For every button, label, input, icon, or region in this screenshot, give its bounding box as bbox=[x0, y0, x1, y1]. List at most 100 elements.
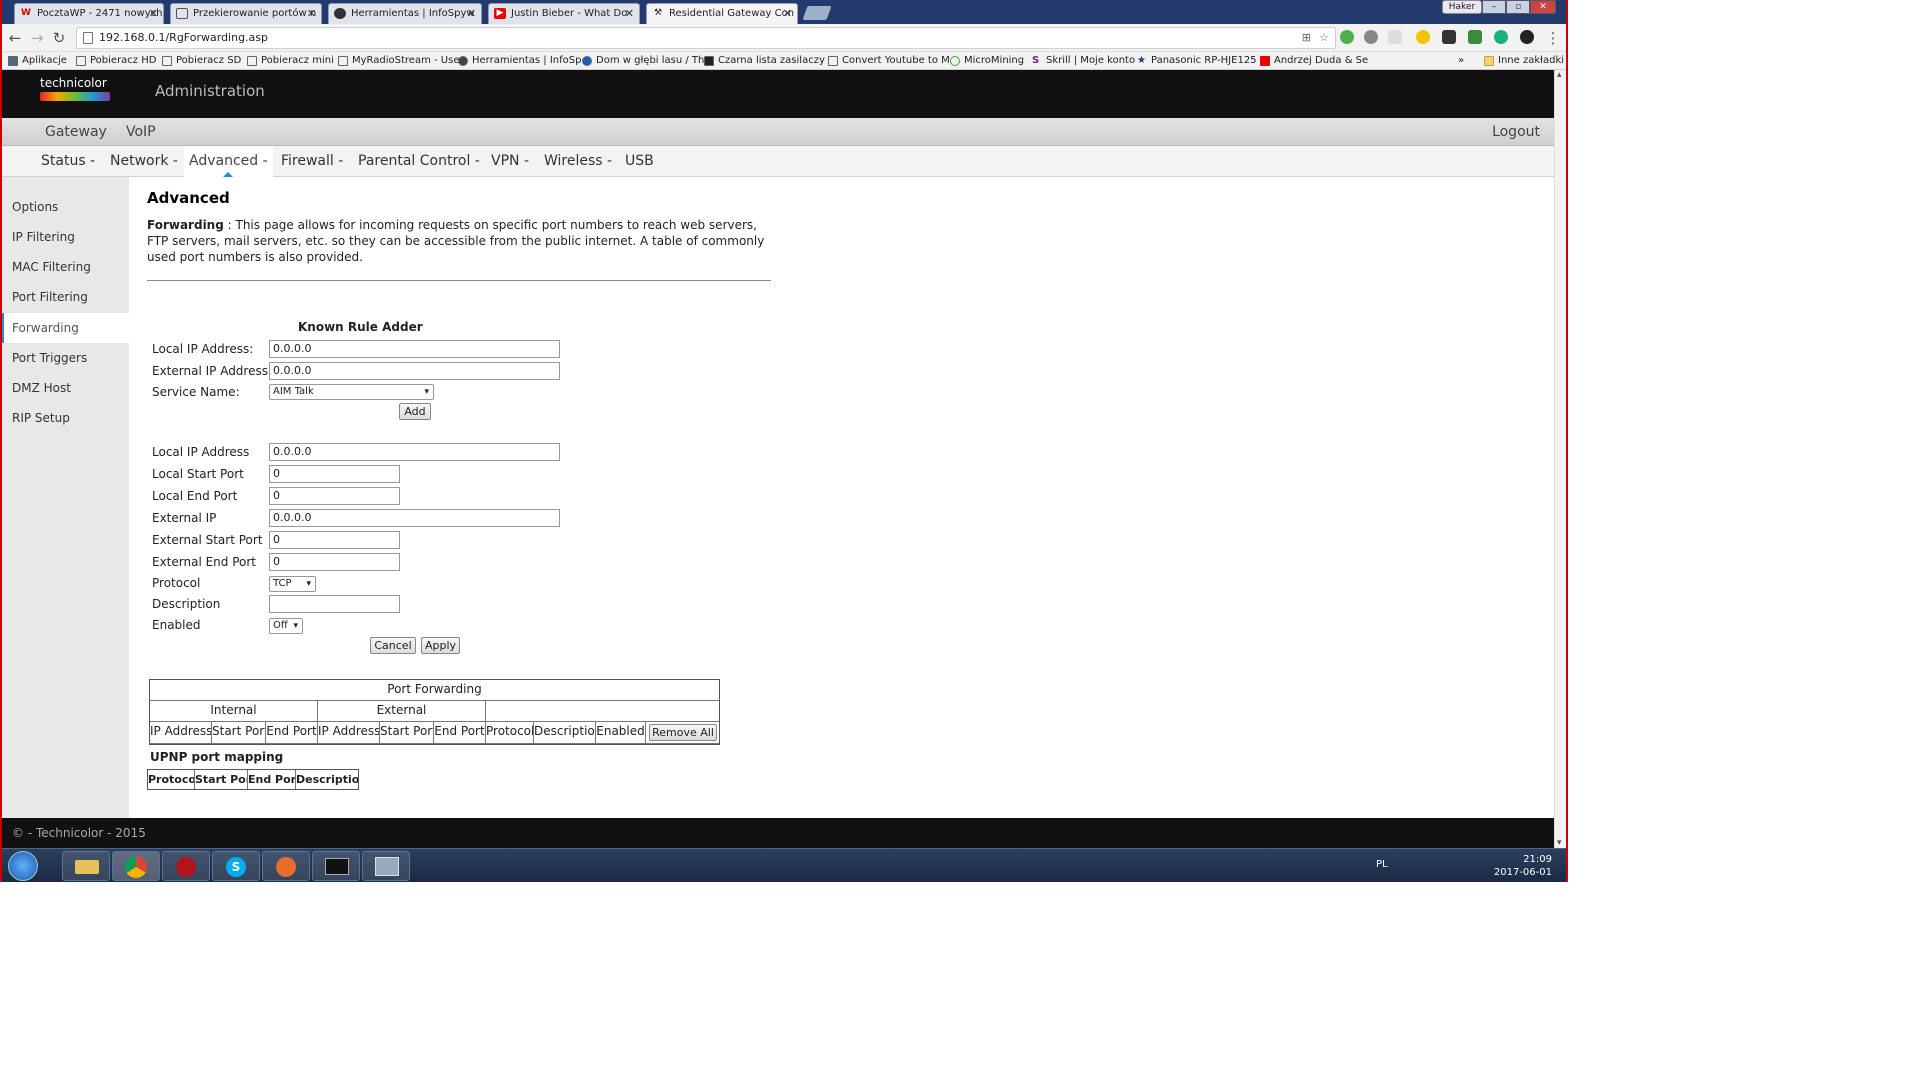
bookmark-item[interactable]: Pobieracz SD bbox=[162, 54, 241, 68]
back-icon[interactable]: ← bbox=[6, 29, 24, 47]
nav-voip[interactable]: VoIP bbox=[126, 124, 156, 140]
bookmark-item[interactable]: Dom w głębi lasu / Th bbox=[582, 54, 704, 68]
tab-status[interactable]: Status - bbox=[36, 146, 100, 177]
external-start-port-input[interactable]: 0 bbox=[269, 531, 400, 549]
page-info-icon[interactable] bbox=[83, 32, 93, 44]
sidebar-item-dmz-host[interactable]: DMZ Host bbox=[2, 373, 129, 403]
sidebar-item-rip-setup[interactable]: RIP Setup bbox=[2, 403, 129, 433]
apply-button[interactable]: Apply bbox=[421, 637, 460, 654]
close-icon[interactable]: ✕ bbox=[783, 4, 792, 23]
antivirus-icon[interactable] bbox=[162, 851, 210, 881]
tab-network[interactable]: Network - bbox=[105, 146, 183, 177]
extension-icon[interactable] bbox=[1442, 30, 1456, 44]
extension-icon[interactable] bbox=[1340, 30, 1354, 44]
tab-advanced[interactable]: Advanced - bbox=[184, 146, 273, 177]
known-local-ip-input[interactable]: 0.0.0.0 bbox=[269, 340, 560, 358]
extension-icon[interactable] bbox=[1416, 30, 1430, 44]
translate-icon[interactable]: ⊞ bbox=[1302, 28, 1311, 48]
sub-nav: Status - Network - Advanced - Firewall -… bbox=[2, 146, 1554, 177]
bookmark-item[interactable]: Convert Youtube to M bbox=[828, 54, 950, 68]
tab-vpn[interactable]: VPN - bbox=[486, 146, 534, 177]
close-icon[interactable]: ✕ bbox=[625, 4, 634, 23]
description-input[interactable] bbox=[269, 595, 400, 613]
local-ip-input[interactable]: 0.0.0.0 bbox=[269, 443, 560, 461]
sidebar-item-options[interactable]: Options bbox=[2, 192, 129, 222]
media-player-icon[interactable] bbox=[262, 851, 310, 881]
service-name-select[interactable]: AIM Talk bbox=[269, 384, 434, 400]
protocol-select[interactable]: TCP bbox=[269, 576, 316, 592]
remove-all-button[interactable]: Remove All bbox=[649, 724, 717, 741]
hacker-icon bbox=[334, 8, 346, 19]
minimize-icon[interactable]: – bbox=[1482, 0, 1506, 14]
cancel-button[interactable]: Cancel bbox=[370, 637, 416, 654]
known-external-ip-input[interactable]: 0.0.0.0 bbox=[269, 362, 560, 380]
url-bar[interactable]: 192.168.0.1/RgForwarding.asp ⊞ ☆ bbox=[76, 27, 1336, 49]
tab-gateway[interactable]: ⚒ Residential Gateway Con ✕ bbox=[646, 3, 798, 24]
terminal-icon[interactable] bbox=[312, 851, 360, 881]
external-ip-input[interactable]: 0.0.0.0 bbox=[269, 509, 560, 527]
explorer-icon[interactable] bbox=[62, 851, 110, 881]
forward-icon[interactable]: → bbox=[28, 29, 46, 47]
tab-usb[interactable]: USB bbox=[620, 146, 659, 177]
local-end-port-label: Local End Port bbox=[152, 489, 238, 503]
tab-wireless[interactable]: Wireless - bbox=[539, 146, 617, 177]
play-icon bbox=[582, 56, 592, 66]
skype-icon[interactable]: S bbox=[212, 851, 260, 881]
other-bookmarks[interactable]: Inne zakładki bbox=[1484, 54, 1564, 68]
extension-icon[interactable] bbox=[1468, 30, 1482, 44]
tab-herramientas[interactable]: Herramientas | InfoSpyw ✕ bbox=[328, 3, 482, 24]
bookmark-item[interactable]: Pobieracz HD bbox=[76, 54, 156, 68]
column-header: Start Port bbox=[195, 770, 248, 789]
bookmark-item[interactable]: MicroMining bbox=[950, 54, 1024, 68]
nav-gateway[interactable]: Gateway bbox=[45, 124, 107, 140]
bookmark-item[interactable]: MyRadioStream - Use bbox=[338, 54, 459, 68]
maximize-icon[interactable]: ▫ bbox=[1506, 0, 1530, 14]
tab-przekierowanie[interactable]: Przekierowanie portów n ✕ bbox=[170, 3, 322, 24]
extension-icon[interactable] bbox=[1494, 30, 1508, 44]
sidebar-item-forwarding[interactable]: Forwarding bbox=[2, 313, 129, 343]
tab-poczta[interactable]: W PocztaWP - 2471 nowych ✕ bbox=[14, 3, 164, 24]
local-start-port-input[interactable]: 0 bbox=[269, 465, 400, 483]
external-end-port-label: External End Port bbox=[152, 555, 257, 569]
vertical-scrollbar[interactable] bbox=[1554, 70, 1566, 848]
external-end-port-input[interactable]: 0 bbox=[269, 553, 400, 571]
bookmark-item[interactable]: Czarna lista zasilaczy bbox=[704, 54, 825, 68]
bookmark-item[interactable]: Pobieracz mini bbox=[247, 54, 334, 68]
close-icon[interactable]: ✕ bbox=[307, 4, 316, 23]
sidebar-item-ip-filtering[interactable]: IP Filtering bbox=[2, 222, 129, 252]
bookmarks-more[interactable]: » bbox=[1458, 54, 1464, 68]
bookmark-item[interactable]: S Skrill | Moje konto bbox=[1032, 54, 1135, 68]
sidebar-item-port-triggers[interactable]: Port Triggers bbox=[2, 343, 129, 373]
local-end-port-input[interactable]: 0 bbox=[269, 487, 400, 505]
extension-icon[interactable] bbox=[1388, 30, 1402, 44]
system-clock[interactable]: 21:09 2017-06-01 bbox=[1494, 853, 1552, 879]
language-indicator[interactable]: PL bbox=[1376, 859, 1388, 870]
logout-link[interactable]: Logout bbox=[1492, 124, 1540, 140]
extension-icon[interactable] bbox=[1364, 30, 1378, 44]
tab-parental-control[interactable]: Parental Control - bbox=[353, 146, 485, 177]
profile-badge[interactable]: Haker bbox=[1442, 0, 1482, 14]
logo-color-bar bbox=[40, 92, 110, 101]
reload-icon[interactable]: ↻ bbox=[50, 29, 68, 47]
group-blank bbox=[486, 701, 719, 722]
bookmark-item[interactable]: Herramientas | InfoSp bbox=[458, 54, 581, 68]
bookmark-item[interactable]: ★ Panasonic RP-HJE125 bbox=[1137, 54, 1257, 68]
bookmark-item[interactable]: Andrzej Duda & Se bbox=[1260, 54, 1368, 68]
network-icon[interactable] bbox=[362, 851, 410, 881]
close-icon[interactable]: ✕ bbox=[467, 4, 476, 23]
star-icon[interactable]: ☆ bbox=[1319, 28, 1329, 48]
new-tab-button[interactable] bbox=[802, 6, 832, 20]
start-button[interactable] bbox=[8, 851, 38, 881]
extension-icon[interactable] bbox=[1520, 30, 1534, 44]
chrome-icon[interactable] bbox=[112, 851, 160, 881]
tab-firewall[interactable]: Firewall - bbox=[276, 146, 348, 177]
bookmark-apps[interactable]: Aplikacje bbox=[8, 54, 67, 68]
tab-youtube[interactable]: ▶ Justin Bieber - What Do ✕ bbox=[488, 3, 640, 24]
close-window-icon[interactable]: ✕ bbox=[1530, 0, 1556, 14]
add-button[interactable]: Add bbox=[399, 403, 431, 420]
menu-icon[interactable]: ⋮ bbox=[1544, 29, 1562, 47]
sidebar-item-port-filtering[interactable]: Port Filtering bbox=[2, 282, 129, 312]
enabled-select[interactable]: Off bbox=[269, 618, 303, 634]
close-icon[interactable]: ✕ bbox=[149, 4, 158, 23]
sidebar-item-mac-filtering[interactable]: MAC Filtering bbox=[2, 252, 129, 282]
